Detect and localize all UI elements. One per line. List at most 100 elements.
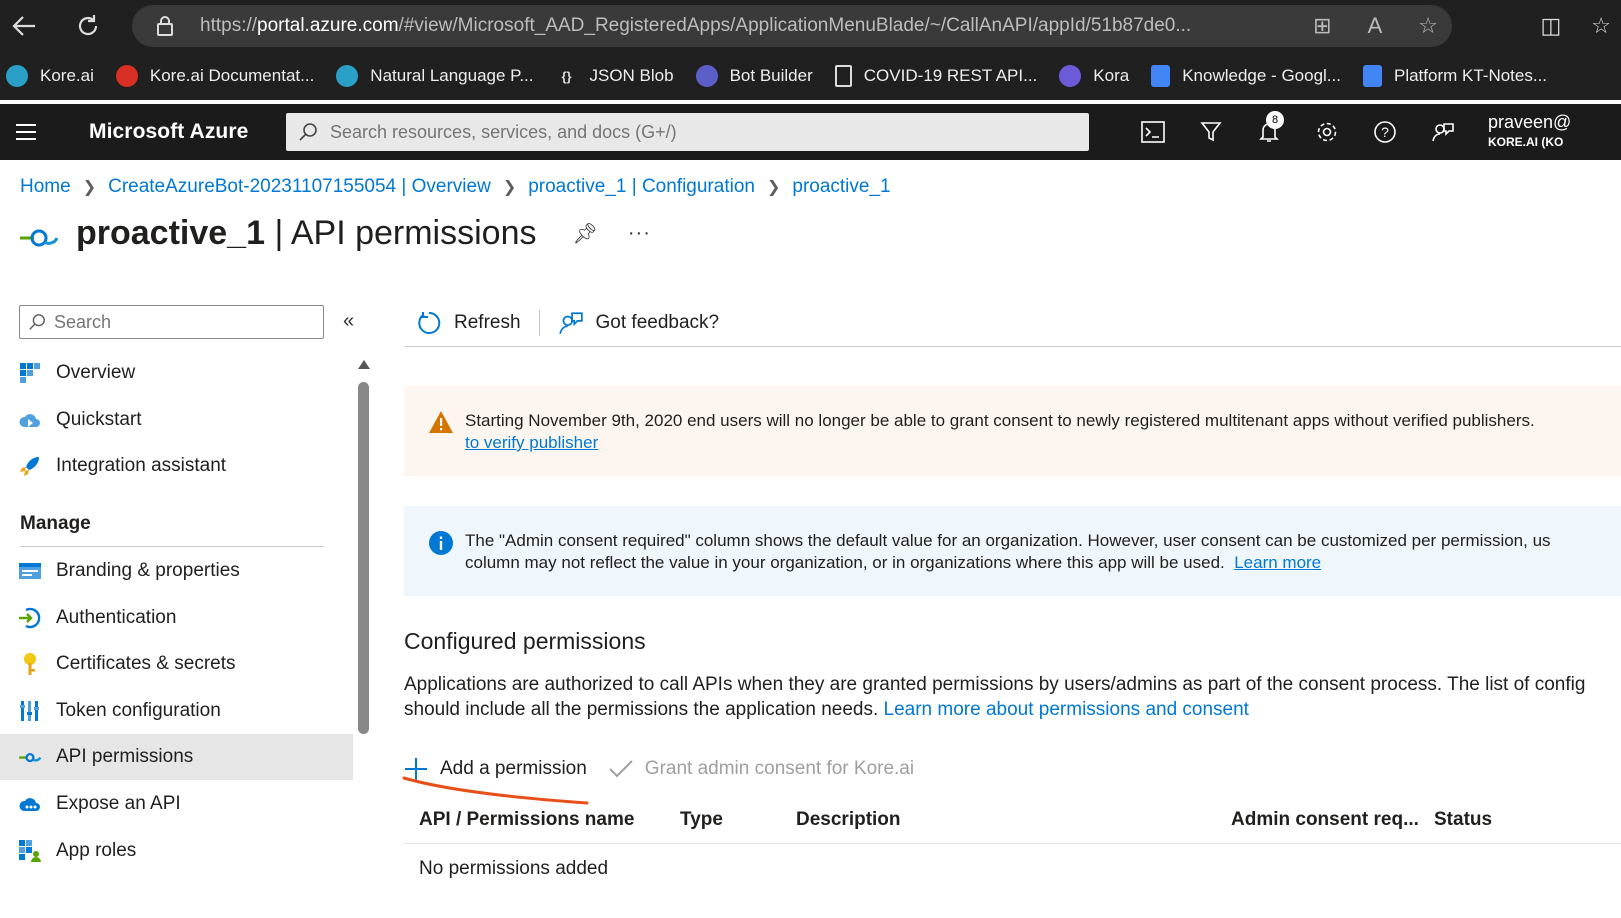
global-search[interactable] — [286, 113, 1089, 151]
sidebar-item-integration-assistant[interactable]: Integration assistant — [0, 443, 353, 489]
bookmark-item[interactable]: Platform KT-Notes... — [1362, 65, 1548, 87]
bookmark-label: Platform KT-Notes... — [1393, 66, 1548, 85]
favorites-icon[interactable]: ☆ — [1591, 13, 1611, 39]
notification-badge: 8 — [1266, 111, 1284, 129]
pin-icon[interactable]: 📌︎ — [573, 221, 598, 246]
refresh-command-button[interactable]: Refresh — [404, 303, 533, 343]
sidebar-item-token-configuration[interactable]: Token configuration — [0, 688, 353, 734]
bookmark-item[interactable]: Kore.ai Documentat... — [115, 65, 315, 87]
sidebar-item-label: Overview — [56, 362, 136, 383]
warning-text: Starting November 9th, 2020 end users wi… — [465, 411, 1535, 430]
key-icon — [18, 652, 42, 676]
bookmark-item[interactable]: Natural Language P... — [336, 65, 534, 87]
chevron-right-icon: ❯ — [766, 179, 781, 196]
quickstart-cloud-icon — [18, 408, 42, 432]
column-description[interactable]: Description — [796, 809, 901, 831]
menu-search-input[interactable] — [54, 311, 314, 333]
back-arrow-icon — [12, 16, 35, 36]
verify-publisher-link[interactable]: to verify publisher — [465, 433, 598, 452]
info-icon — [429, 531, 453, 555]
bookmark-label: COVID-19 REST API... — [863, 66, 1038, 85]
settings-gear-icon[interactable] — [1298, 104, 1356, 160]
divider — [20, 546, 324, 547]
collapse-menu-icon[interactable]: « — [343, 310, 354, 333]
bookmark-label: Kora — [1093, 66, 1130, 85]
global-search-input[interactable] — [330, 121, 1030, 143]
azure-brand[interactable]: Microsoft Azure — [89, 120, 248, 144]
sidebar-item-api-permissions[interactable]: API permissions — [0, 734, 353, 781]
sidebar-item-app-roles[interactable]: App roles — [0, 828, 353, 874]
info-text-line1: The "Admin consent required" column show… — [465, 531, 1551, 550]
favorite-star-icon[interactable]: ☆ — [1418, 13, 1438, 39]
notifications-bell-icon[interactable]: 8 — [1240, 104, 1298, 160]
sidebar-item-label: Certificates & secrets — [56, 653, 236, 675]
app-roles-icon — [18, 839, 42, 863]
publisher-warning-banner: Starting November 9th, 2020 end users wi… — [404, 386, 1621, 476]
breadcrumb-configuration[interactable]: proactive_1 | Configuration — [528, 176, 755, 198]
apps-icon[interactable]: ⊞ — [1313, 13, 1331, 39]
page-icon — [834, 65, 852, 87]
account-menu[interactable]: praveen@ KORE.AI (KO — [1488, 112, 1571, 149]
sidebar-item-branding-properties[interactable]: Branding & properties — [0, 548, 353, 594]
feedback-label: Got feedback? — [595, 312, 720, 333]
nav-section-manage: Manage — [20, 513, 91, 534]
sidebar-item-label: Token configuration — [56, 699, 221, 721]
branding-icon — [18, 559, 42, 583]
grant-admin-consent-button[interactable]: Grant admin consent for Kore.ai — [609, 752, 914, 786]
cloud-api-icon — [18, 792, 42, 816]
scrollbar-thumb[interactable] — [358, 382, 369, 734]
breadcrumb-home[interactable]: Home — [20, 176, 71, 198]
menu-search[interactable] — [19, 305, 324, 339]
nlp-icon — [336, 65, 359, 87]
menu-icon[interactable] — [0, 104, 52, 160]
column-api-permission-name[interactable]: API / Permissions name — [419, 809, 634, 831]
sidebar-item-overview[interactable]: Overview — [0, 350, 353, 396]
breadcrumb-app[interactable]: proactive_1 — [792, 176, 890, 198]
learn-more-link[interactable]: Learn more — [1234, 553, 1321, 572]
sidebar-item-label: Quickstart — [56, 408, 142, 430]
bookmark-item[interactable]: Kore.ai — [6, 65, 94, 87]
sidebar-item-authentication[interactable]: Authentication — [0, 595, 353, 641]
bookmark-label: Bot Builder — [729, 66, 813, 85]
sidebar-item-label: Branding & properties — [56, 560, 240, 581]
url-text: https://portal.azure.com/#view/Microsoft… — [200, 15, 1192, 36]
chevron-right-icon: ❯ — [502, 179, 517, 196]
back-button[interactable] — [0, 0, 48, 52]
column-admin-consent[interactable]: Admin consent req... — [1231, 809, 1419, 831]
more-options-icon[interactable]: ··· — [628, 222, 651, 245]
bookmark-item[interactable]: {} JSON Blob — [556, 65, 673, 87]
cloud-shell-icon[interactable] — [1124, 104, 1182, 160]
help-icon[interactable]: ? — [1356, 104, 1414, 160]
bookmark-label: Kore.ai Documentat... — [149, 66, 315, 85]
token-config-icon — [18, 699, 42, 723]
feedback-icon[interactable] — [1414, 104, 1472, 160]
reload-icon — [78, 15, 98, 36]
kora-icon — [1059, 65, 1082, 87]
bookmark-item[interactable]: Knowledge - Googl... — [1151, 65, 1341, 87]
bookmark-item[interactable]: COVID-19 REST API... — [834, 65, 1038, 87]
read-aloud-icon[interactable]: A — [1368, 13, 1383, 39]
search-icon — [29, 314, 45, 330]
feedback-command-button[interactable]: Got feedback? — [546, 303, 732, 343]
scroll-up-arrow-icon[interactable] — [358, 360, 370, 369]
checkmark-icon — [609, 760, 633, 778]
directory-filter-icon[interactable] — [1182, 104, 1240, 160]
bookmark-item[interactable]: Kora — [1059, 65, 1129, 87]
breadcrumb-bot-overview[interactable]: CreateAzureBot-20231107155054 | Overview — [108, 176, 491, 198]
sidebar-item-certificates-secrets[interactable]: Certificates & secrets — [0, 641, 353, 687]
address-bar[interactable]: https://portal.azure.com/#view/Microsoft… — [132, 5, 1452, 47]
column-status[interactable]: Status — [1434, 809, 1492, 831]
sidebar-item-expose-an-api[interactable]: Expose an API — [0, 781, 353, 827]
kore-icon — [6, 65, 28, 87]
sidebar-item-quickstart[interactable]: Quickstart — [0, 397, 353, 443]
sidebar-item-label: API permissions — [56, 746, 194, 768]
account-tenant: KORE.AI (KO — [1488, 135, 1564, 149]
bookmark-label: Knowledge - Googl... — [1182, 66, 1341, 85]
refresh-button[interactable] — [64, 0, 112, 52]
split-screen-icon[interactable]: ◫ — [1540, 13, 1561, 39]
learn-more-permissions-link[interactable]: Learn more about permissions and consent — [884, 699, 1249, 720]
command-bar: Refresh Got feedback? — [404, 300, 1621, 347]
bookmark-item[interactable]: Bot Builder — [695, 65, 813, 87]
chevron-right-icon: ❯ — [82, 179, 97, 196]
column-type[interactable]: Type — [680, 809, 723, 831]
